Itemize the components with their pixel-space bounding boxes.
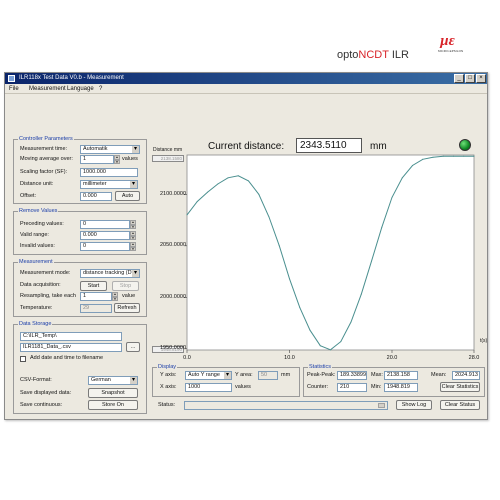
data-point (196, 201, 198, 203)
y-area-label: Y area: (235, 372, 253, 378)
clear-statistics-button[interactable]: Clear Statistics (440, 382, 480, 392)
data-point (463, 155, 465, 157)
data-point (412, 164, 413, 166)
data-point (319, 345, 321, 347)
x-axis-unit: values (235, 384, 251, 390)
data-point (453, 155, 454, 157)
chart-x-label: t(s) (480, 338, 488, 344)
data-point (401, 177, 403, 179)
x-axis-label: X axis: (160, 384, 177, 390)
data-point (371, 260, 372, 262)
data-point (442, 155, 444, 157)
data-point (299, 307, 301, 309)
max-label: Max: (371, 372, 383, 378)
x-tick-label: 28.0 (469, 355, 480, 361)
data-point (217, 183, 219, 185)
show-log-button[interactable]: Show Log (396, 400, 432, 410)
y-area-unit: mm (281, 372, 291, 378)
data-point (289, 278, 290, 280)
distance-chart: 0.0 10.0 20.0 28.0 (183, 154, 480, 361)
status-label: Status: (158, 402, 176, 408)
data-point (422, 158, 424, 160)
plot-area (186, 154, 475, 351)
min-label: Min: (371, 384, 382, 390)
data-point (381, 226, 383, 228)
data-point (227, 177, 229, 179)
data-point (309, 329, 311, 331)
data-point (360, 293, 362, 295)
data-point (207, 191, 208, 193)
clear-status-button[interactable]: Clear Status (440, 400, 480, 410)
data-point (432, 156, 434, 158)
data-point (340, 341, 342, 343)
y-area-field: 50 (258, 371, 278, 380)
peak-peak-label: Peak-Peak: (307, 372, 336, 378)
data-point (350, 321, 352, 323)
counter-label: Counter: (307, 384, 329, 390)
x-tick-label: 20.0 (387, 355, 398, 361)
panel-title: Display (157, 364, 178, 371)
status-field (184, 401, 388, 410)
y-axis-label: Y axis: (160, 372, 177, 378)
y-axis-select[interactable]: Auto Y range (185, 371, 232, 380)
mean-value: 2024.913 (452, 371, 480, 380)
data-point (268, 216, 270, 218)
data-point (186, 214, 188, 216)
data-point (330, 349, 331, 351)
counter-value: 210 (337, 383, 367, 392)
data-point (278, 245, 280, 247)
data-point (473, 155, 475, 157)
status-scroll-icon[interactable] (378, 403, 385, 408)
min-value: 1948.819 (384, 383, 418, 392)
data-point (248, 180, 249, 182)
x-tick-label: 0.0 (183, 355, 191, 361)
data-point (237, 175, 239, 177)
data-point (258, 193, 260, 195)
data-point (391, 196, 393, 198)
max-value: 2138.158 (384, 371, 418, 380)
mean-label: Mean: (431, 372, 447, 378)
x-tick-label: 10.0 (284, 355, 295, 361)
panel-title: Statistics (308, 364, 333, 371)
x-axis-input[interactable]: 1000 (185, 383, 232, 392)
peak-peak-value: 189.33899 (337, 371, 367, 380)
